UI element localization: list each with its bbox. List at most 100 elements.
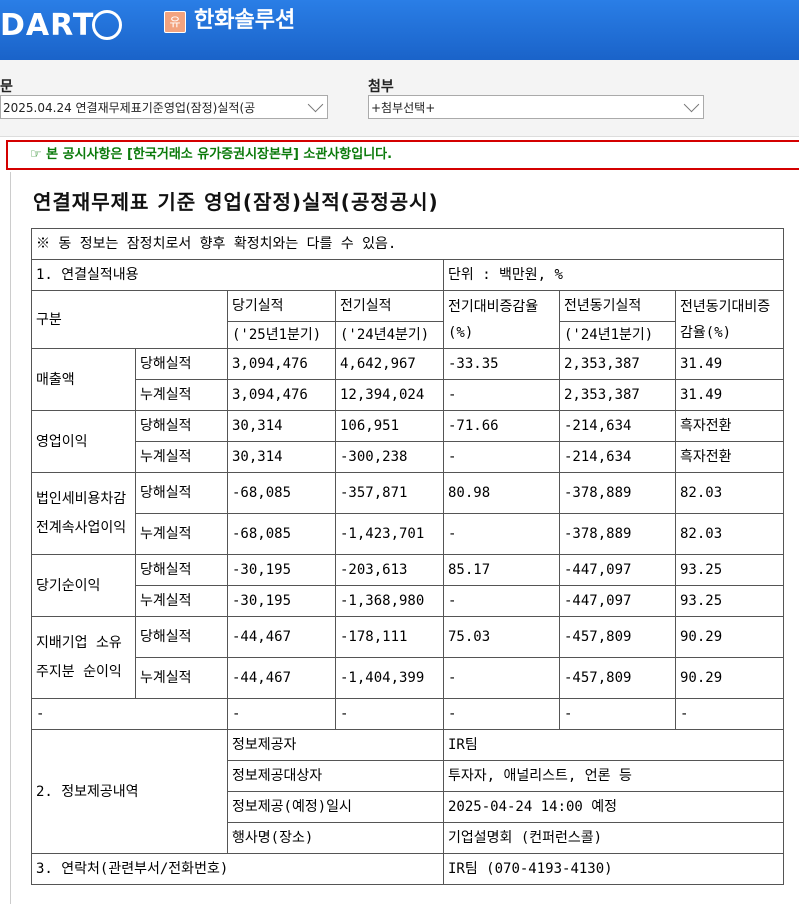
chevron-down-icon xyxy=(307,96,324,113)
cell-yoy: 31.49 xyxy=(675,379,784,411)
cell-yoy-value: 2,353,387 xyxy=(559,379,676,411)
cell-current: -30,195 xyxy=(227,585,336,617)
cell-yoy-value: -378,889 xyxy=(559,472,676,514)
section1-label: 1. 연결실적내용 xyxy=(31,259,444,291)
cell-yoy: 90.29 xyxy=(675,657,784,699)
dash-cell: - xyxy=(559,698,676,730)
row-sub: 당해실적 xyxy=(135,616,228,658)
cell-previous: -357,871 xyxy=(335,472,444,514)
row-sub: 당해실적 xyxy=(135,348,228,380)
cell-current: -44,467 xyxy=(227,657,336,699)
header-yoy: 전년동기대비증감율(%) xyxy=(675,290,784,349)
attach-select-value: +첨부선택+ xyxy=(371,101,436,115)
event-value: 기업설명회 (컨퍼런스콜) xyxy=(443,822,784,854)
target-label: 정보제공대상자 xyxy=(227,760,444,792)
cell-previous: -203,613 xyxy=(335,554,444,586)
notice-banner: ☞ 본 공시사항은 [한국거래소 유가증권시장본부] 소관사항입니다. xyxy=(6,140,799,170)
disclaimer: ※ 동 정보는 잠정치로서 향후 확정치와는 다를 수 있음. xyxy=(31,228,784,260)
dash-cell: - xyxy=(335,698,444,730)
report-table: ※ 동 정보는 잠정치로서 향후 확정치와는 다를 수 있음. 1. 연결실적내… xyxy=(31,228,784,885)
report-select[interactable]: 2025.04.24 연결재무제표기준영업(잠정)실적(공 xyxy=(0,95,328,119)
header-current-period: ('25년1분기) xyxy=(227,321,336,349)
target-value: 투자자, 애널리스트, 언론 등 xyxy=(443,760,784,792)
report-select-value: 2025.04.24 연결재무제표기준영업(잠정)실적(공 xyxy=(3,101,256,115)
logo-mark-icon xyxy=(92,9,123,40)
section3-value: IR팀 (070-4193-4130) xyxy=(443,853,784,885)
cell-yoy: 흑자전환 xyxy=(675,441,784,473)
table-row: 누계실적 -44,467 -1,404,399 - -457,809 90.29 xyxy=(32,657,784,699)
header-yoy-period: ('24년1분기) xyxy=(559,321,676,349)
dash-cell: - xyxy=(443,698,560,730)
header-previous: 전기실적 xyxy=(335,290,444,322)
cell-previous: -1,404,399 xyxy=(335,657,444,699)
dash-cell: - xyxy=(675,698,784,730)
company-badge: 유 xyxy=(164,11,186,33)
attach-label: 첨부 xyxy=(368,79,394,95)
cell-qoq: 80.98 xyxy=(443,472,560,514)
attach-select[interactable]: +첨부선택+ xyxy=(368,95,704,119)
provider-value: IR팀 xyxy=(443,729,784,761)
cell-current: 30,314 xyxy=(227,410,336,442)
company-name: 한화솔루션 xyxy=(194,8,296,33)
header-gubun: 구분 xyxy=(31,290,228,349)
cell-qoq: -71.66 xyxy=(443,410,560,442)
cell-yoy-value: -447,097 xyxy=(559,554,676,586)
dart-logo[interactable]: DART xyxy=(0,6,123,46)
cell-yoy-value: -214,634 xyxy=(559,410,676,442)
cell-yoy: 흑자전환 xyxy=(675,410,784,442)
cell-current: 3,094,476 xyxy=(227,348,336,380)
cell-yoy-value: -457,809 xyxy=(559,616,676,658)
row-item: 당기순이익 xyxy=(31,554,136,617)
cell-previous: -1,423,701 xyxy=(335,513,444,555)
cell-current: -68,085 xyxy=(227,513,336,555)
row-item: 법인세비용차감전계속사업이익 xyxy=(31,472,136,555)
cell-current: -68,085 xyxy=(227,472,336,514)
table-row: 누계실적 3,094,476 12,394,024 - 2,353,387 31… xyxy=(32,379,784,411)
table-row: 지배기업 소유주지분 순이익 당해실적 -44,467 -178,111 75.… xyxy=(31,616,784,699)
header-yoy-period-label: 전년동기실적 xyxy=(559,290,676,322)
table-row: - - - - - - xyxy=(31,698,784,730)
row-item: 매출액 xyxy=(31,348,136,411)
row-item: 지배기업 소유주지분 순이익 xyxy=(31,616,136,699)
row-sub: 누계실적 xyxy=(135,441,228,473)
section3-label: 3. 연락처(관련부서/전화번호) xyxy=(31,853,444,885)
row-sub: 누계실적 xyxy=(135,379,228,411)
table-row: 법인세비용차감전계속사업이익 당해실적 -68,085 -357,871 80.… xyxy=(31,472,784,555)
cell-current: 3,094,476 xyxy=(227,379,336,411)
date-value: 2025-04-24 14:00 예정 xyxy=(443,791,784,823)
table-row: 영업이익 당해실적 30,314 106,951 -71.66 -214,634… xyxy=(31,410,784,473)
cell-previous: -178,111 xyxy=(335,616,444,658)
event-label: 행사명(장소) xyxy=(227,822,444,854)
cell-previous: -1,368,980 xyxy=(335,585,444,617)
dash-cell: - xyxy=(227,698,336,730)
row-sub: 당해실적 xyxy=(135,472,228,514)
cell-yoy: 93.25 xyxy=(675,585,784,617)
row-sub: 당해실적 xyxy=(135,554,228,586)
cell-previous: -300,238 xyxy=(335,441,444,473)
cell-current: 30,314 xyxy=(227,441,336,473)
header-qoq: 전기대비증감율(%) xyxy=(443,290,560,349)
section2-label: 2. 정보제공내역 xyxy=(31,729,228,854)
chevron-down-icon xyxy=(683,96,700,113)
header-previous-period: ('24년4분기) xyxy=(335,321,444,349)
row-item: 영업이익 xyxy=(31,410,136,473)
table-row: 누계실적 -30,195 -1,368,980 - -447,097 93.25 xyxy=(32,585,784,617)
cell-qoq: - xyxy=(443,379,560,411)
cell-yoy: 82.03 xyxy=(675,513,784,555)
date-label: 정보제공(예정)일시 xyxy=(227,791,444,823)
row-sub: 당해실적 xyxy=(135,410,228,442)
cell-qoq: - xyxy=(443,513,560,555)
document-area: 연결재무제표 기준 영업(잠정)실적(공정공시) ※ 동 정보는 잠정치로서 향… xyxy=(10,172,799,904)
cell-qoq: 85.17 xyxy=(443,554,560,586)
page-title: 연결재무제표 기준 영업(잠정)실적(공정공시) xyxy=(33,190,439,214)
cell-previous: 4,642,967 xyxy=(335,348,444,380)
top-header: DART 유 한화솔루션 xyxy=(0,0,799,60)
cell-previous: 106,951 xyxy=(335,410,444,442)
cell-yoy: 31.49 xyxy=(675,348,784,380)
cell-current: -44,467 xyxy=(227,616,336,658)
cell-yoy: 90.29 xyxy=(675,616,784,658)
dash-cell: - xyxy=(31,698,228,730)
cell-yoy-value: -457,809 xyxy=(559,657,676,699)
provider-label: 정보제공자 xyxy=(227,729,444,761)
selection-bar: 문 2025.04.24 연결재무제표기준영업(잠정)실적(공 첨부 +첨부선택… xyxy=(0,60,799,137)
